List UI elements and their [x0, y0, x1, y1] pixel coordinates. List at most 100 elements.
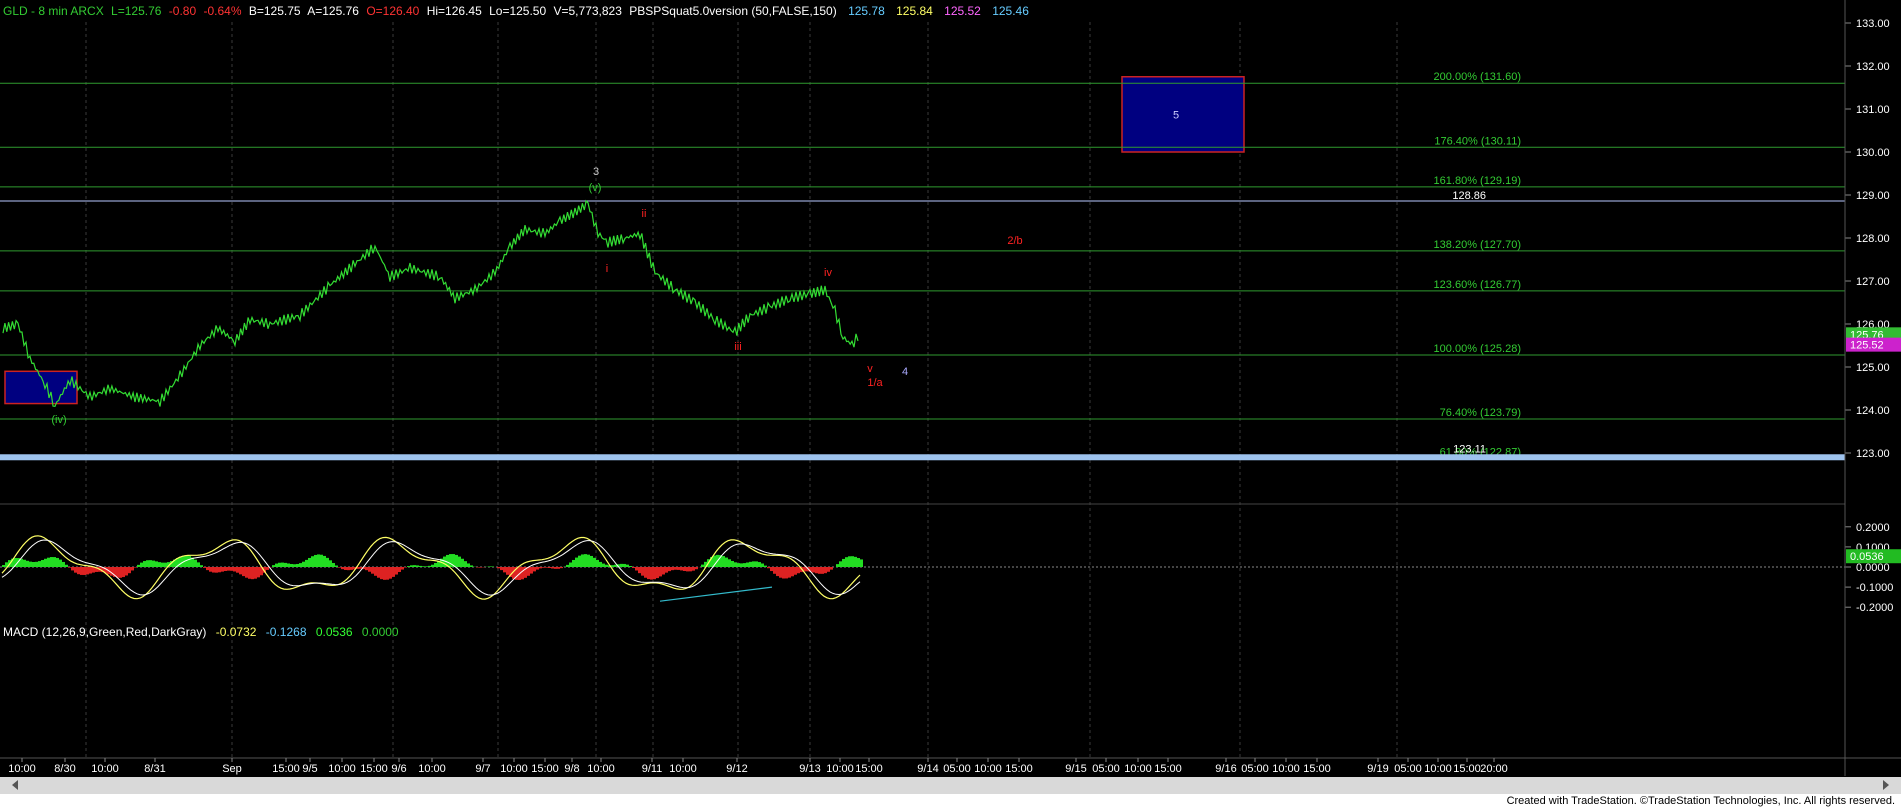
macd-hist-bar: [767, 567, 770, 569]
macd-hist-bar: [347, 567, 350, 571]
fib-label: 176.40% (130.11): [1434, 135, 1521, 147]
macd-hist-bar: [65, 564, 68, 567]
time-tick-label: 15:00: [1005, 763, 1033, 775]
macd-hist-bar: [215, 567, 218, 573]
macd-hist-bar: [284, 562, 287, 567]
macd-hist-bar: [71, 567, 74, 571]
macd-hist-bar: [605, 564, 608, 567]
horizontal-scrollbar[interactable]: [0, 777, 1901, 794]
macd-hist-bar: [314, 554, 317, 567]
macd-hist-bar: [821, 567, 824, 574]
macd-hist-bar: [758, 562, 761, 567]
macd-hist-bar: [638, 567, 641, 574]
macd-value-1: -0.0732: [216, 625, 257, 639]
macd-hist-bar: [812, 567, 815, 573]
macd-hist-bar: [392, 567, 395, 577]
macd-value-2: -0.1268: [266, 625, 307, 639]
macd-hist-bar: [38, 561, 41, 567]
macd-hist-bar: [686, 567, 689, 572]
time-tick-label: 10:00: [8, 763, 36, 775]
macd-hist-bar: [527, 567, 530, 576]
macd-hist-bar: [854, 556, 857, 567]
wave-label: v: [867, 363, 873, 375]
macd-hist-bar: [671, 567, 674, 571]
macd-hist-bar: [203, 567, 206, 568]
macd-hist-bar: [755, 561, 758, 567]
macd-hist-bar: [371, 567, 374, 574]
macd-hist-bar: [554, 567, 557, 569]
macd-hist-bar: [272, 565, 275, 567]
header-study: PBSPSquat5.0version (50,FALSE,150): [629, 4, 836, 18]
price-tick-label: 127.00: [1856, 276, 1890, 288]
macd-hist-bar: [728, 559, 731, 567]
time-tick-label: 15:00: [1303, 763, 1331, 775]
macd-hist-bar: [653, 567, 656, 580]
macd-hist-bar: [794, 567, 797, 575]
macd-hist-bar: [206, 567, 209, 571]
macd-hist-bar: [278, 562, 281, 567]
macd-hist-bar: [572, 559, 575, 567]
time-tick-label: 10:00: [1124, 763, 1152, 775]
macd-hist-bar: [137, 564, 140, 567]
macd-hist-bar: [731, 560, 734, 567]
macd-hist-bar: [365, 567, 368, 571]
macd-hist-bar: [131, 567, 134, 571]
macd-hist-bar: [764, 565, 767, 567]
macd-hist-bar: [53, 557, 56, 567]
level-label: 123.11: [1453, 443, 1486, 455]
macd-hist-bar: [428, 565, 431, 567]
macd-hist-bar: [308, 557, 311, 567]
time-tick-label: Sep: [222, 763, 242, 775]
macd-hist-bar: [140, 562, 143, 567]
macd-value-4: 0.0000: [362, 625, 399, 639]
macd-hist-bar: [785, 567, 788, 579]
wave-label: (iv): [51, 414, 66, 426]
macd-hist-bar: [596, 559, 599, 567]
macd-hist-bar: [635, 567, 638, 571]
macd-hist-bar: [848, 556, 851, 567]
macd-hist-bar: [125, 567, 128, 576]
macd-hist-bar: [662, 567, 665, 575]
macd-hist-bar: [197, 562, 200, 567]
macd-value-3: 0.0536: [316, 625, 353, 639]
macd-hist-bar: [857, 558, 860, 567]
header-high: Hi=126.45: [427, 4, 482, 18]
macd-hist-bar: [557, 567, 560, 569]
level-label: 128.86: [1452, 190, 1486, 202]
macd-hist-bar: [422, 566, 425, 567]
macd-hist-bar: [389, 567, 392, 579]
study-value-4: 125.46: [992, 4, 1029, 18]
price-chart[interactable]: GLD - 8 min ARCX L=125.76 -0.80 -0.64% B…: [0, 0, 1901, 794]
macd-hist-bar: [779, 567, 782, 578]
macd-hist-bar: [299, 563, 302, 567]
macd-hist-bar: [80, 567, 83, 575]
macd-hist-bar: [338, 567, 341, 568]
time-tick-label: 9/16: [1215, 763, 1236, 775]
price-tick-label: 128.00: [1856, 233, 1890, 245]
macd-hist-bar: [680, 567, 683, 571]
wave-label: iv: [824, 267, 832, 279]
macd-hist-bar: [311, 556, 314, 567]
macd-hist-bar: [326, 557, 329, 567]
macd-hist-bar: [647, 567, 650, 580]
macd-hist-bar: [302, 561, 305, 567]
macd-hist-bar: [335, 565, 338, 567]
time-tick-label: 10:00: [587, 763, 615, 775]
macd-hist-bar: [122, 567, 125, 578]
macd-hist-bar: [188, 556, 191, 567]
macd-hist-bar: [656, 567, 659, 579]
header-last: L=125.76: [111, 4, 162, 18]
macd-hist-bar: [626, 564, 629, 567]
time-tick-label: 9/14: [917, 763, 938, 775]
macd-hist-bar: [431, 564, 434, 567]
macd-hist-bar: [842, 558, 845, 567]
macd-hist-bar: [62, 561, 65, 567]
footer-credit: Created with TradeStation. ©TradeStation…: [1506, 795, 1895, 807]
macd-hist-bar: [479, 567, 482, 568]
fib-label: 76.40% (123.79): [1440, 407, 1521, 419]
macd-hist-bar: [287, 563, 290, 567]
target-box: [1121, 76, 1245, 153]
macd-hist-bar: [74, 567, 77, 573]
wave-label: 2/b: [1007, 235, 1022, 247]
macd-hist-bar: [701, 564, 704, 567]
